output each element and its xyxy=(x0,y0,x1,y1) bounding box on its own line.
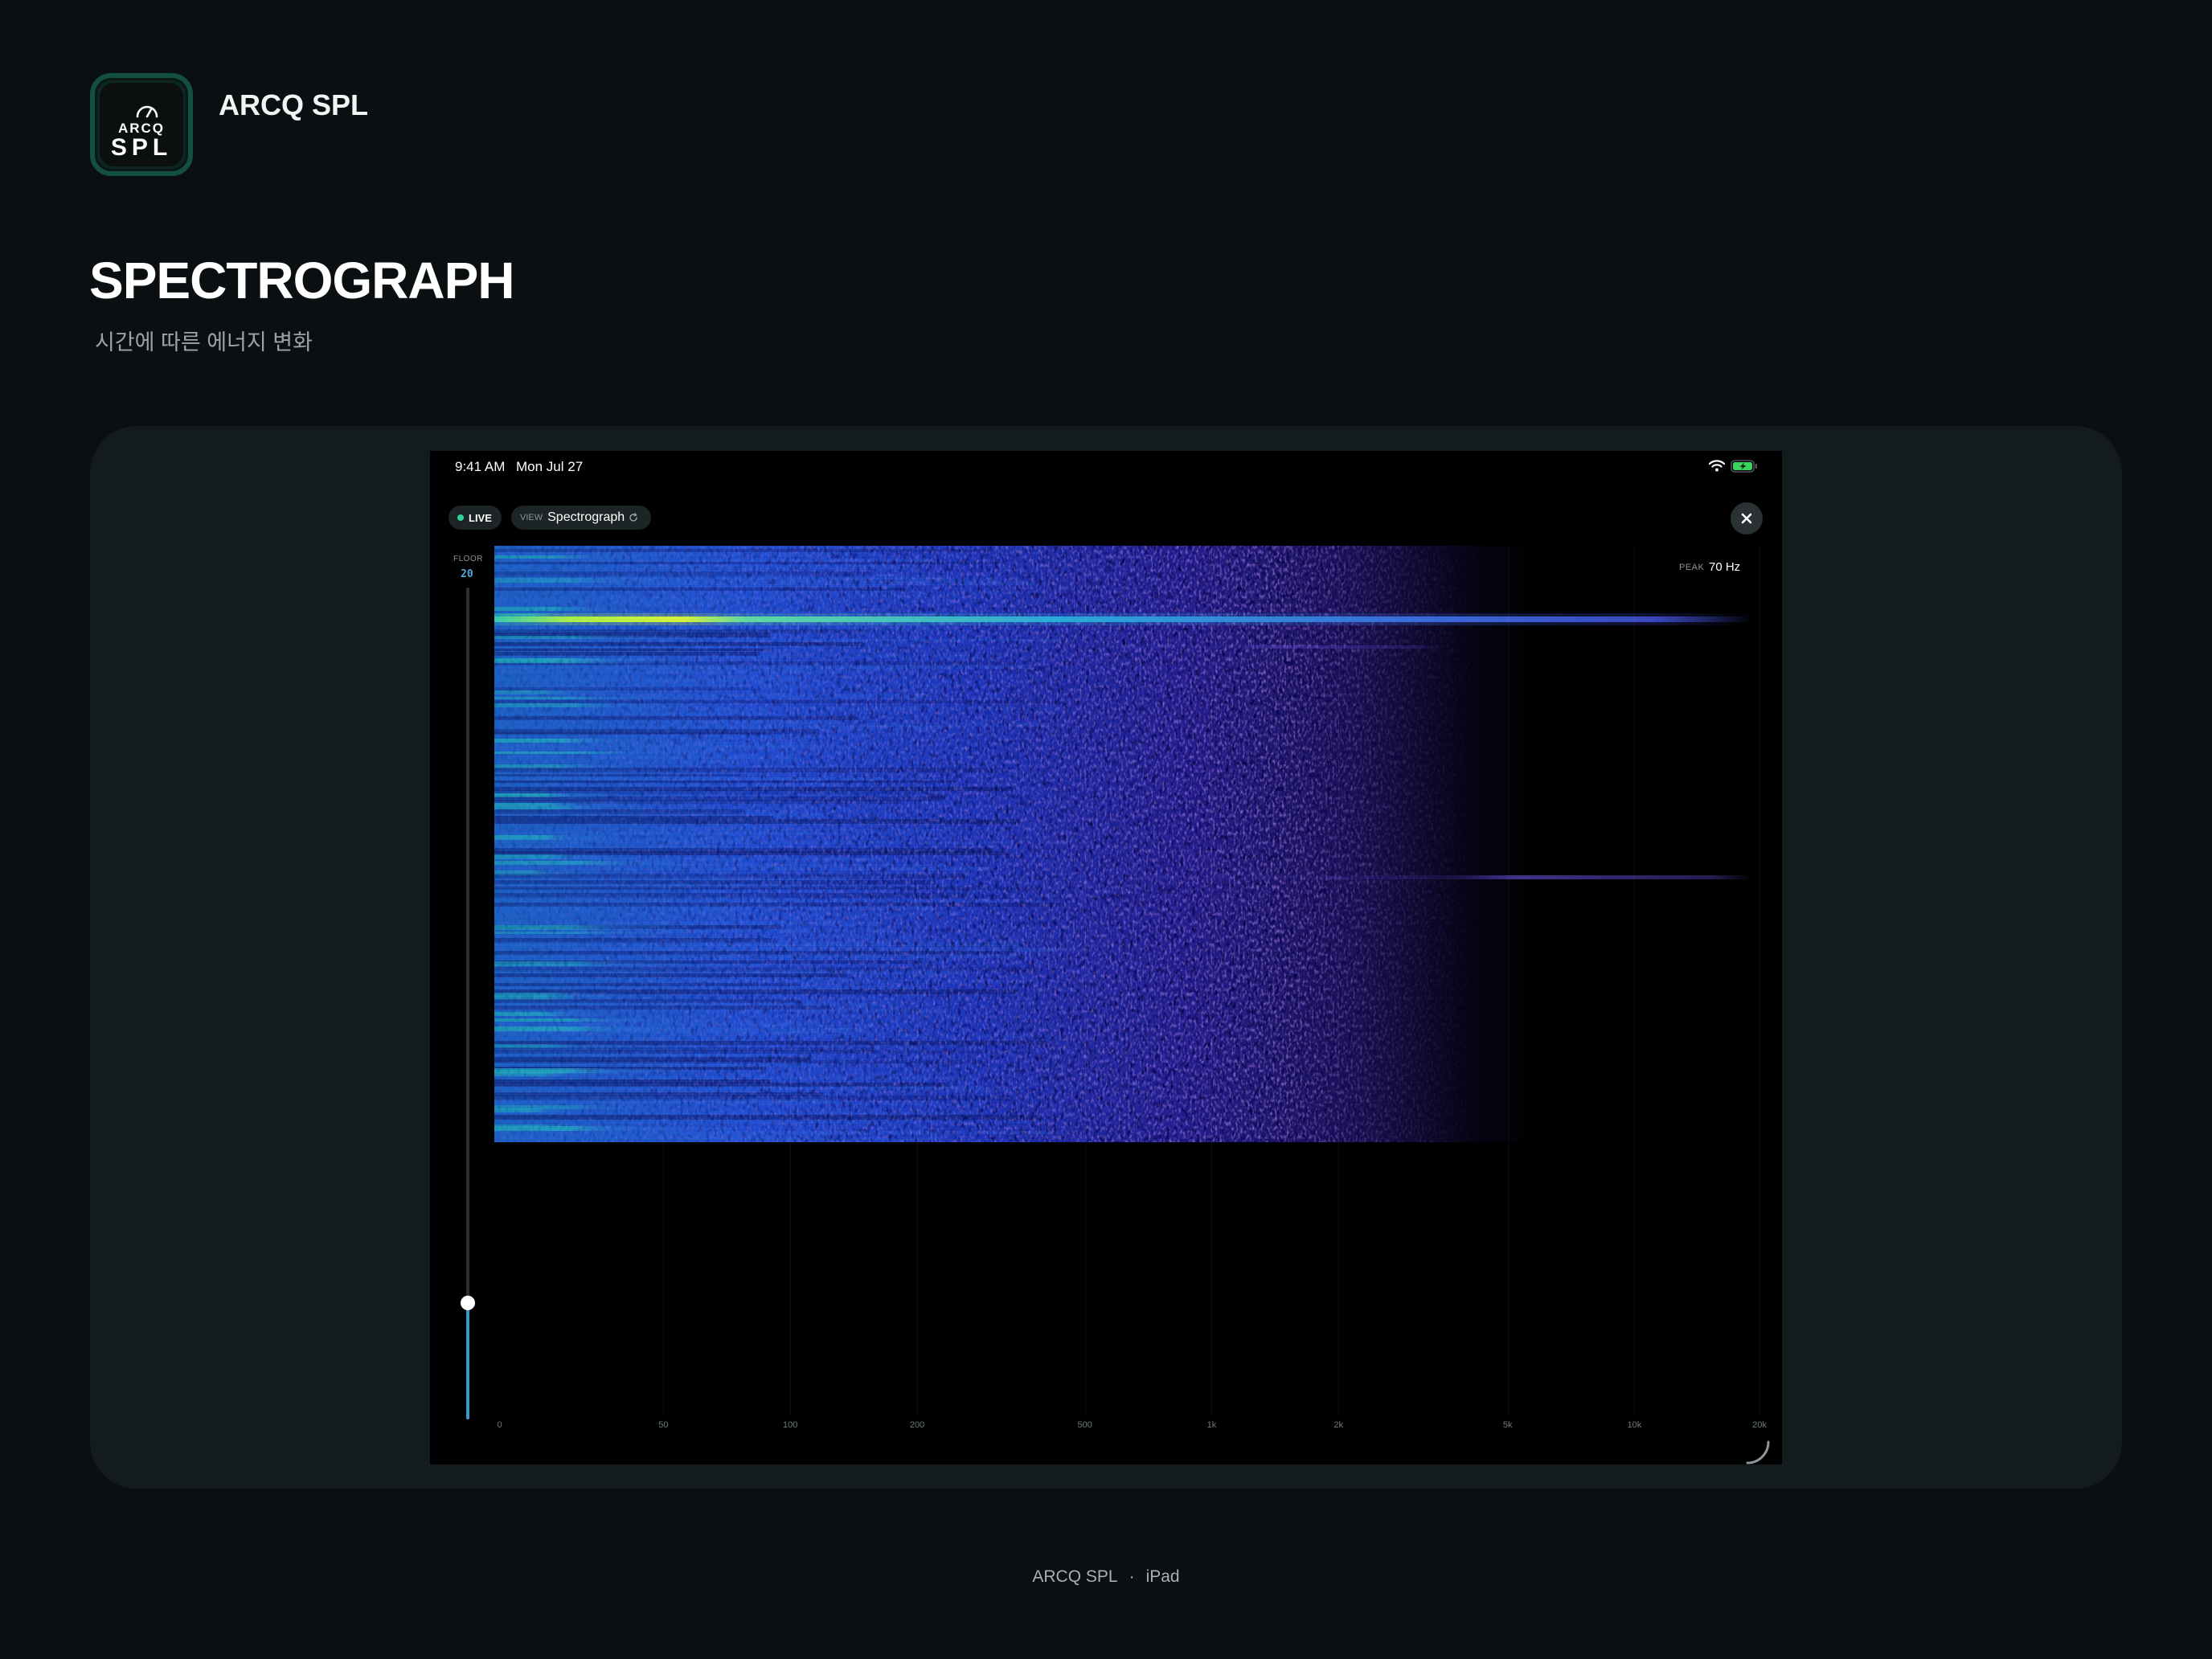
x-tick-label: 5k xyxy=(1502,1420,1513,1430)
footer-app-name: ARCQ SPL xyxy=(1032,1567,1118,1586)
gridline xyxy=(790,546,792,1415)
live-label: LIVE xyxy=(469,511,492,524)
x-tick-label: 2k xyxy=(1333,1420,1344,1430)
footer-device: iPad xyxy=(1145,1567,1180,1586)
floor-slider-thumb[interactable] xyxy=(461,1296,475,1310)
app-icon: ARCQ SPL xyxy=(90,73,193,176)
device-screen: 9:41 AM Mon Jul 27 LIVE VIEW Spectrograp… xyxy=(430,451,1782,1464)
wifi-icon xyxy=(1709,460,1725,472)
page-title: SPECTROGRAPH xyxy=(89,252,514,309)
x-tick-label: 20k xyxy=(1752,1420,1767,1430)
app-icon-text-bottom: SPL xyxy=(110,134,173,161)
spectrogram-plot[interactable]: 0 50 100 200 500 1k 2k 5k 10k 20k xyxy=(494,546,1767,1430)
gridline xyxy=(1211,546,1213,1415)
x-tick-label: 50 xyxy=(658,1420,669,1430)
close-button[interactable] xyxy=(1731,502,1763,535)
floor-label: FLOOR xyxy=(453,555,483,563)
gridline xyxy=(1084,546,1086,1415)
harmonic-band xyxy=(961,875,1752,879)
peak-label: PEAK xyxy=(1679,563,1705,572)
live-indicator[interactable]: LIVE xyxy=(449,506,502,530)
gridline xyxy=(1634,546,1636,1415)
live-dot-icon xyxy=(457,514,464,521)
gauge-icon xyxy=(136,105,158,118)
page-subtitle: 시간에 따른 에너지 변화 xyxy=(95,330,313,354)
x-tick-label: 100 xyxy=(783,1420,798,1430)
status-date: Mon Jul 27 xyxy=(516,459,584,474)
footer: ARCQ SPL · iPad xyxy=(0,1567,2212,1587)
gridline xyxy=(917,546,918,1415)
cycle-icon xyxy=(629,513,637,522)
floor-slider-fill xyxy=(466,1303,469,1419)
view-selector[interactable]: VIEW Spectrograph xyxy=(511,506,651,530)
view-value: Spectrograph xyxy=(547,510,625,524)
peak-value: 70 Hz xyxy=(1709,560,1741,574)
resize-handle-icon[interactable] xyxy=(1744,1439,1772,1464)
gridline xyxy=(1759,546,1761,1415)
floor-value: 20 xyxy=(461,568,473,580)
gridline xyxy=(1338,546,1340,1415)
close-icon xyxy=(1741,513,1752,524)
gridline xyxy=(663,546,665,1415)
floor-slider-track[interactable] xyxy=(466,588,469,1419)
x-tick-label: 1k xyxy=(1206,1420,1217,1430)
battery-charging-icon xyxy=(1731,460,1757,473)
x-tick-label: 200 xyxy=(909,1420,925,1430)
status-time: 9:41 AM xyxy=(455,459,506,474)
footer-separator: · xyxy=(1129,1567,1135,1586)
spectrogram-image xyxy=(494,546,1763,1142)
x-tick-label: 10k xyxy=(1627,1420,1642,1430)
x-tick-label: 500 xyxy=(1077,1420,1092,1430)
app-name: ARCQ SPL xyxy=(219,88,369,121)
gridline xyxy=(1507,546,1509,1415)
view-prefix: VIEW xyxy=(520,513,543,522)
x-tick-label: 0 xyxy=(497,1420,502,1430)
